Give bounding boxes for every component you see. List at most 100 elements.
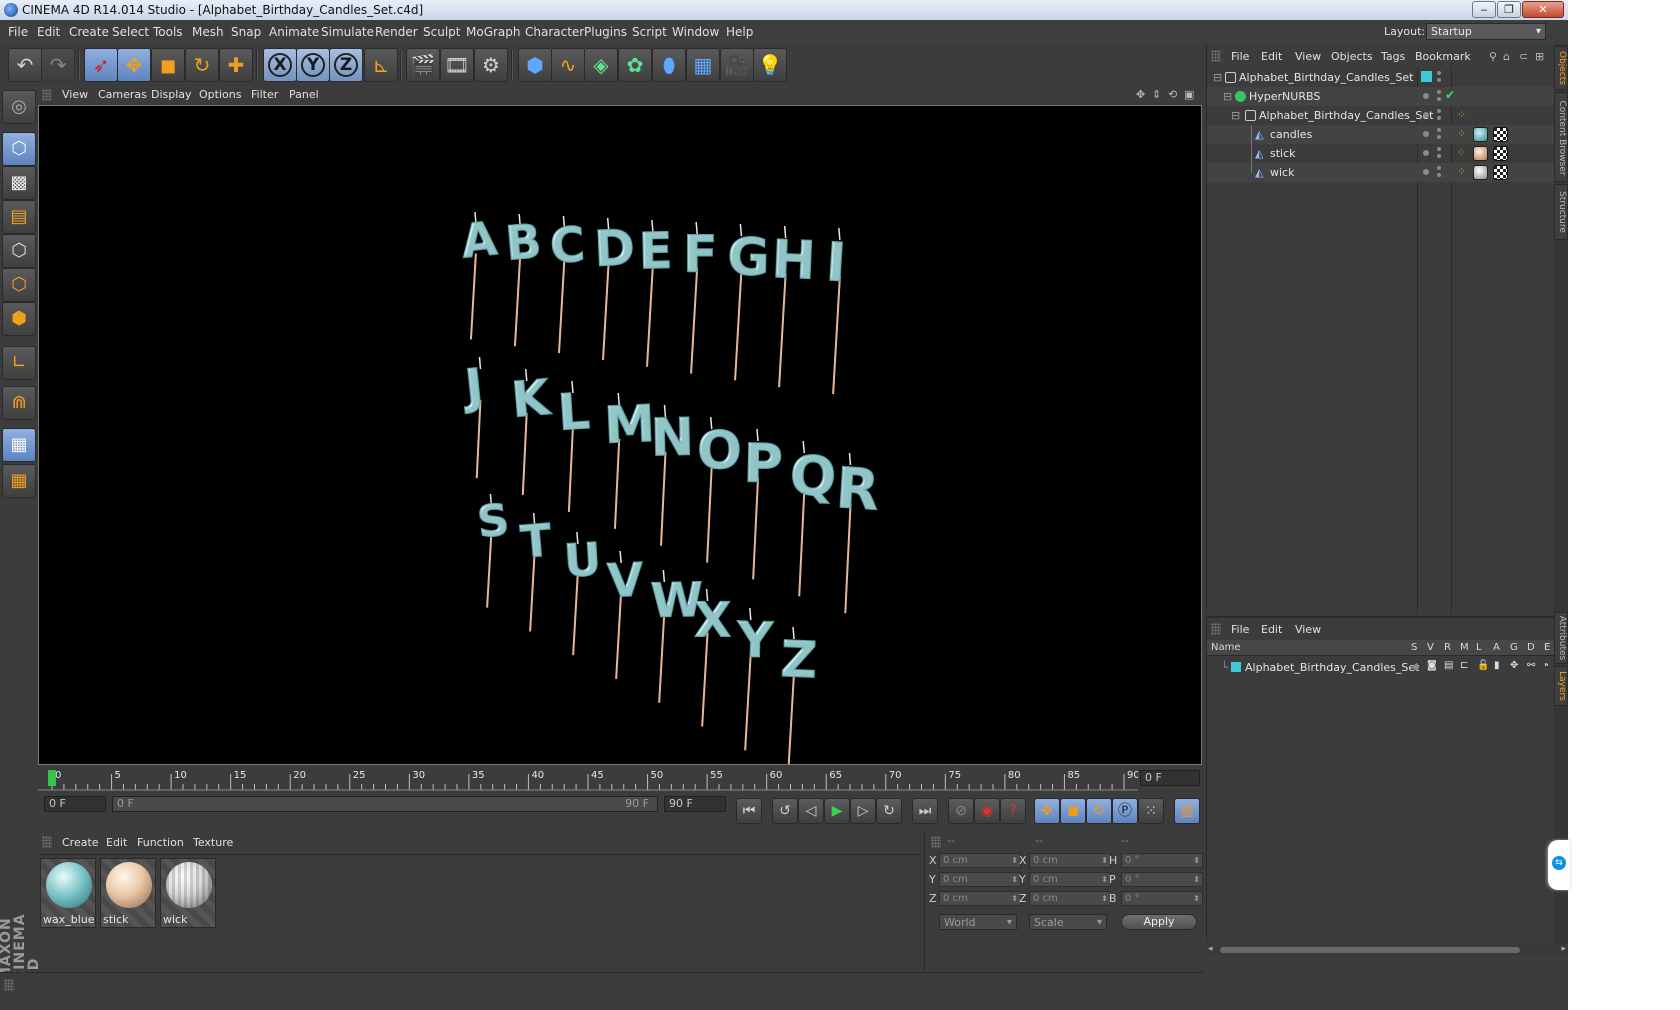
search-icon[interactable]: ⚲	[1489, 50, 1497, 63]
play-forward-button[interactable]: ▶	[824, 798, 850, 824]
add-nurbs-button[interactable]: ◈	[584, 48, 618, 82]
column-manager[interactable]: M	[1460, 642, 1469, 653]
panel-grip-icon[interactable]	[931, 836, 941, 848]
layer-color-swatch[interactable]	[1231, 662, 1241, 672]
menu-sculpt[interactable]: Sculpt	[423, 25, 460, 39]
render-visibility-dot[interactable]	[1437, 154, 1441, 158]
viewport-menu-panel[interactable]: Panel	[289, 88, 319, 101]
scroll-right-icon[interactable]: ▸	[1561, 944, 1566, 954]
tab-layers[interactable]: Layers	[1554, 666, 1568, 706]
render-clapboard-icon[interactable]: ▤	[1444, 660, 1453, 671]
material-menu-texture[interactable]: Texture	[193, 836, 233, 849]
apply-button[interactable]: Apply	[1121, 914, 1197, 930]
render-view-button[interactable]: 🎬	[406, 48, 440, 82]
teamviewer-widget[interactable]: ⇆	[1548, 840, 1570, 890]
viewport-menu-filter[interactable]: Filter	[251, 88, 278, 101]
y-axis-lock-button[interactable]: Y	[296, 48, 330, 82]
panel-grip-icon[interactable]	[42, 836, 52, 848]
record-keys-button[interactable]: ⊘	[948, 798, 974, 824]
layers-menu-file[interactable]: File	[1231, 623, 1249, 636]
column-deformers[interactable]: D	[1527, 642, 1535, 653]
texture-mode-button[interactable]: ▩	[2, 166, 36, 200]
objects-menu-objects[interactable]: Objects	[1331, 50, 1373, 63]
workplane-mode-button[interactable]: ▤	[2, 200, 36, 234]
viewport-layout-icon[interactable]: ▣	[1184, 88, 1194, 101]
menu-render[interactable]: Render	[375, 25, 418, 39]
editor-visibility-dot[interactable]	[1437, 128, 1441, 132]
generator-icon[interactable]: ✥	[1510, 660, 1518, 671]
deformer-icon[interactable]: ⚯	[1527, 660, 1535, 671]
viewport-rotate-icon[interactable]: ⟲	[1168, 88, 1177, 101]
keyframe-selection-button[interactable]: ?	[1000, 798, 1026, 824]
uvw-tag-icon[interactable]	[1493, 146, 1508, 161]
layout-dropdown[interactable]: Startup	[1426, 23, 1546, 40]
autokeying-button[interactable]: ◉	[974, 798, 1000, 824]
editor-visibility-dot[interactable]	[1437, 90, 1441, 94]
layers-menu-edit[interactable]: Edit	[1261, 623, 1282, 636]
menu-character[interactable]: Character	[525, 25, 584, 39]
editor-visibility-dot[interactable]	[1437, 71, 1441, 75]
key-scale-toggle[interactable]: ◼	[1060, 798, 1086, 824]
next-frame-button[interactable]: ▷	[850, 798, 876, 824]
material-menu-function[interactable]: Function	[137, 836, 184, 849]
key-position-toggle[interactable]: ✥	[1034, 798, 1060, 824]
snap-toggle-button[interactable]: ⋒	[2, 386, 36, 420]
film-icon[interactable]: ▮	[1494, 660, 1500, 671]
minimize-button[interactable]: ‒	[1472, 1, 1496, 18]
z-axis-lock-button[interactable]: Z	[329, 48, 363, 82]
eye-icon[interactable]: ◙	[1427, 660, 1437, 671]
objects-menu-edit[interactable]: Edit	[1261, 50, 1282, 63]
editor-visibility-dot[interactable]	[1437, 109, 1441, 113]
tab-objects[interactable]: Objects	[1554, 46, 1568, 90]
lock-icon[interactable]: 🔓	[1477, 660, 1489, 671]
object-row[interactable]: ⊟ Alphabet_Birthday_Candles_Set	[1207, 68, 1555, 87]
expression-icon[interactable]: ⁍	[1544, 660, 1549, 671]
render-visibility-dot[interactable]	[1437, 78, 1441, 82]
move-tool-button[interactable]: ✥	[117, 48, 151, 82]
new-window-icon[interactable]: ⊞	[1535, 50, 1544, 63]
tab-structure[interactable]: Structure	[1554, 184, 1568, 240]
material-menu-edit[interactable]: Edit	[106, 836, 127, 849]
rotate-tool-button[interactable]: ↻	[185, 48, 219, 82]
uvw-tag-icon[interactable]	[1493, 165, 1508, 180]
add-deformer-button[interactable]: ⬮	[652, 48, 686, 82]
visibility-dot[interactable]	[1423, 150, 1429, 156]
model-mode-button[interactable]: ⬡	[2, 132, 36, 166]
key-pla-toggle[interactable]: ⁙	[1138, 798, 1164, 824]
add-cube-button[interactable]: ⬢	[518, 48, 552, 82]
coordinate-mode-dropdown[interactable]: Scale	[1029, 914, 1107, 931]
link-icon[interactable]: ⊂	[1519, 50, 1528, 63]
add-camera-button[interactable]: 🎥	[720, 48, 754, 82]
menu-mesh[interactable]: Mesh	[192, 25, 224, 39]
objects-menu-view[interactable]: View	[1295, 50, 1321, 63]
edges-mode-button[interactable]: ⬡	[2, 268, 36, 302]
coordinate-system-button[interactable]: ⊾	[364, 48, 398, 82]
menu-help[interactable]: Help	[726, 25, 753, 39]
menu-select[interactable]: Select	[112, 25, 149, 39]
rotation-b-field[interactable]: 0 °	[1121, 891, 1203, 906]
tab-content-browser[interactable]: Content Browser	[1554, 92, 1568, 182]
points-mode-button[interactable]: ⬡	[2, 234, 36, 268]
object-row[interactable]: ⊟ HyperNURBS ✔	[1207, 87, 1555, 106]
preview-range-slider[interactable]: 0 F 90 F	[112, 796, 658, 812]
axis-mode-button[interactable]: ∟	[2, 346, 36, 380]
collapse-toggle-icon[interactable]: ⊟	[1231, 109, 1240, 122]
material-swatch-stick[interactable]: stick	[100, 858, 156, 928]
close-button[interactable]: ✕	[1522, 1, 1564, 18]
material-tag-icon[interactable]	[1473, 146, 1488, 161]
scale-tool-button[interactable]: ◼	[151, 48, 185, 82]
menu-simulate[interactable]: Simulate	[321, 25, 374, 39]
size-y-field[interactable]: 0 cm	[1029, 872, 1111, 887]
layer-color-swatch[interactable]	[1421, 71, 1432, 82]
rotation-h-field[interactable]: 0 °	[1121, 853, 1203, 868]
object-row[interactable]: ◭ candles ⁘	[1207, 125, 1555, 144]
x-axis-lock-button[interactable]: X	[263, 48, 297, 82]
position-x-field[interactable]: 0 cm	[939, 853, 1021, 868]
column-render[interactable]: R	[1444, 642, 1451, 653]
preview-start-field[interactable]: 0 F	[44, 796, 106, 812]
collapse-toggle-icon[interactable]: ⊟	[1223, 90, 1232, 103]
position-y-field[interactable]: 0 cm	[939, 872, 1021, 887]
visibility-dot[interactable]	[1423, 93, 1429, 99]
make-editable-button[interactable]: ◎	[2, 90, 36, 124]
polygons-mode-button[interactable]: ⬢	[2, 302, 36, 336]
